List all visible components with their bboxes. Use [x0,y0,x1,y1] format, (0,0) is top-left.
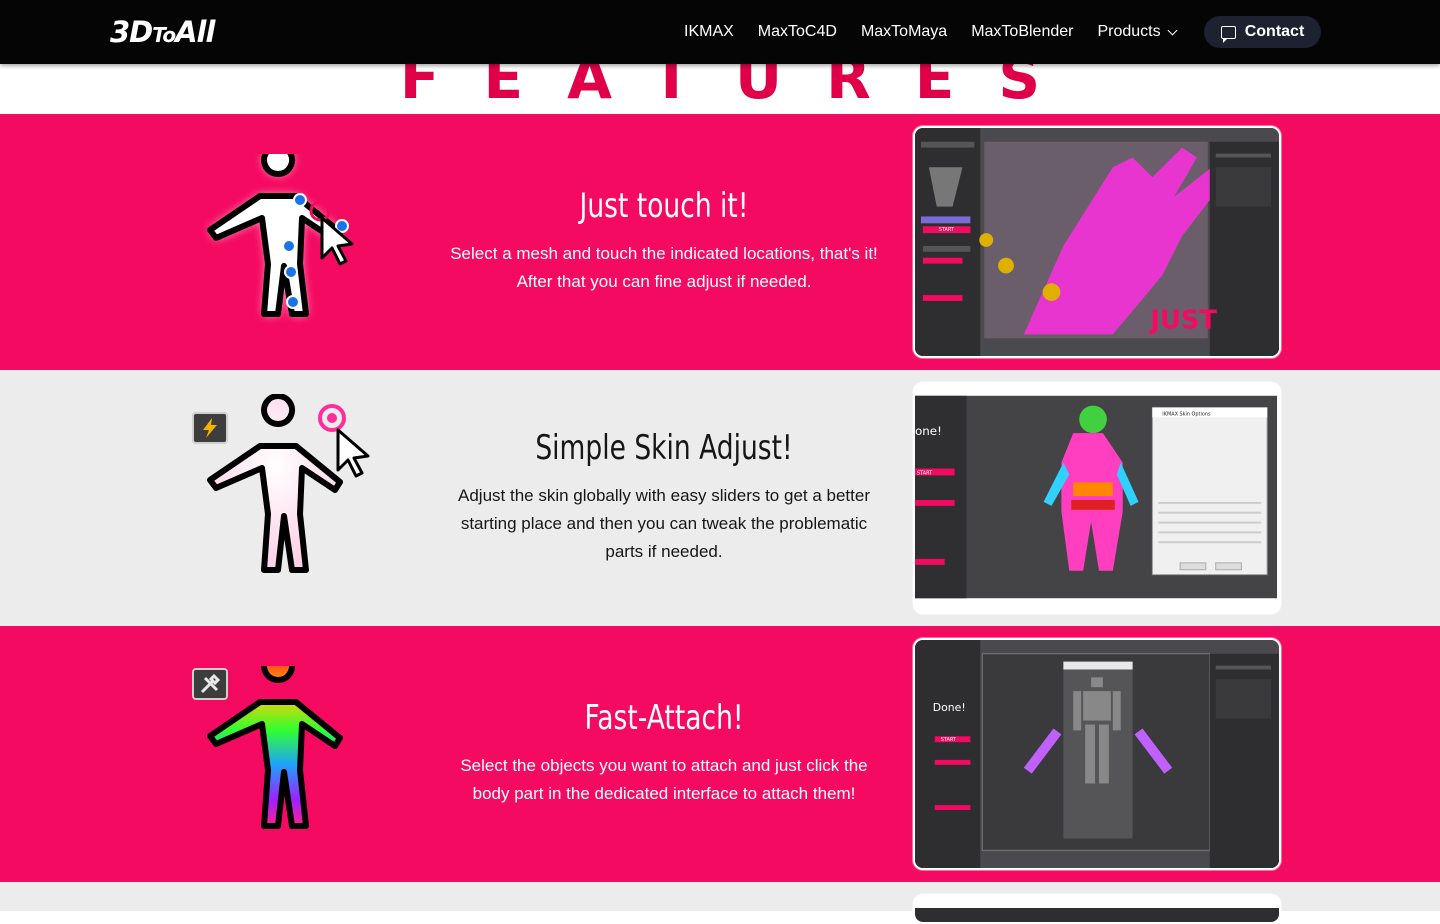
screenshot-skin-options: one! START IKMAX Skin Options [915,384,1279,612]
description-line: parts if needed. [605,542,723,561]
screenshot-fast-attach: Done! START [915,640,1279,868]
description-line: After that you can fine adjust if needed… [516,272,812,291]
nav-link-maxtoblender[interactable]: MaxToBlender [959,23,1085,41]
description-line: Select a mesh and touch the indicated lo… [450,244,878,263]
touch-figure-icon [207,154,354,317]
logo-text-to: To [152,23,176,47]
screenshot-label-just: JUST [1148,306,1217,336]
chat-bubble-icon [1220,25,1236,43]
feature-screenshot-image: Done! START [913,638,1281,870]
description-line: Adjust the skin globally with easy slide… [458,486,870,505]
section-description: Select a mesh and touch the indicated lo… [434,240,894,296]
screenshot-label-done: Done! [933,701,966,714]
screenshot-start-label: START [939,227,955,233]
logo-text-all: All [175,15,215,49]
nav-link-maxtomaya[interactable]: MaxToMaya [849,23,959,41]
section-title: Just touch it! [579,186,749,226]
screenshot-hand-rig: JUST START [915,128,1279,356]
attach-figure-icon [207,666,343,829]
screenshot-start-label: START [941,737,957,743]
contact-label: Contact [1244,23,1305,40]
nav-link-maxtoc4d[interactable]: MaxToC4D [746,23,849,41]
feature-section-next [0,882,1440,924]
feature-screenshot-image [913,894,1281,924]
logo-text-3d: 3D [110,15,153,49]
section-title: Fast-Attach! [584,698,744,738]
description-line: starting place and then you can tweak th… [460,514,868,533]
chevron-down-icon [1167,25,1178,35]
nav-products-dropdown[interactable]: Products [1085,23,1187,41]
feature-screenshot-image: one! START IKMAX Skin Options [913,382,1281,614]
skin-figure-icon [207,394,370,573]
screenshot-label-done: one! [915,424,942,438]
feature-section-just-touch: Just touch it! Select a mesh and touch t… [0,114,1440,370]
feature-section-skin-adjust: Simple Skin Adjust! Adjust the skin glob… [0,370,1440,626]
screenshot-start-label: START [917,470,933,476]
screenshot-dialog-title: IKMAX Skin Options [1162,411,1211,417]
main-menu: IKMAX MaxToC4D MaxToMaya MaxToBlender Pr… [672,0,1188,64]
section-title: Simple Skin Adjust! [535,428,793,468]
products-label: Products [1097,23,1161,40]
description-line: body part in the dedicated interface to … [472,784,856,803]
section-description: Select the objects you want to attach an… [434,752,894,808]
description-line: Select the objects you want to attach an… [460,756,868,775]
nav-link-ikmax[interactable]: IKMAX [672,23,746,41]
screenshot-partial [915,908,1279,922]
top-navbar: 3D To All IKMAX MaxToC4D MaxToMaya MaxToBl… [0,0,1440,64]
feature-section-fast-attach: Fast-Attach! Select the objects you want… [0,626,1440,882]
contact-button[interactable]: Contact [1204,16,1321,48]
feature-screenshot-image: JUST START [913,126,1281,358]
section-description: Adjust the skin globally with easy slide… [434,482,894,566]
site-logo[interactable]: 3D To All [110,15,215,49]
